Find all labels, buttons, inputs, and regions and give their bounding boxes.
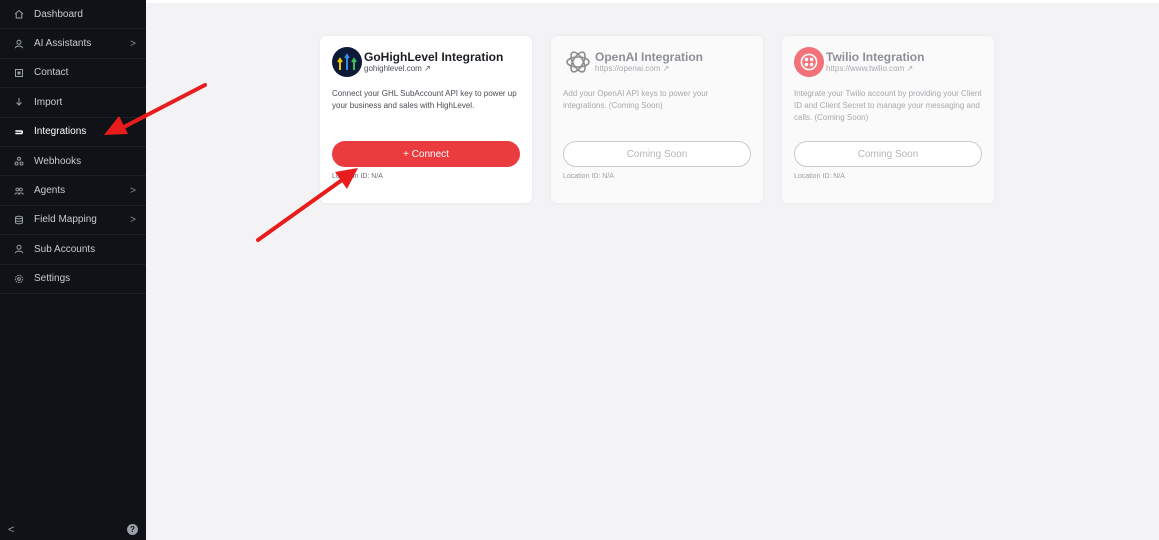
location-id: Location ID: N/A	[332, 173, 383, 180]
main-content: GoHighLevel Integration gohighlevel.com …	[146, 0, 1159, 540]
sidebar-item-import[interactable]: Import	[0, 88, 146, 118]
sidebar: Dashboard AI Assistants > Contact Import…	[0, 0, 146, 540]
card-header: OpenAI Integration https://openai.com ↗	[563, 47, 751, 77]
card-title: GoHighLevel Integration	[364, 50, 504, 64]
gear-icon	[12, 272, 26, 286]
card-link-text: https://www.twilio.com	[826, 64, 905, 73]
sidebar-item-label: Import	[34, 96, 63, 108]
sidebar-item-integrations[interactable]: Integrations	[0, 118, 146, 147]
home-icon	[12, 7, 26, 21]
card-link[interactable]: https://openai.com ↗	[595, 64, 703, 74]
import-icon	[12, 95, 26, 109]
sidebar-item-agents[interactable]: Agents >	[0, 176, 146, 206]
collapse-sidebar-button[interactable]: <	[8, 524, 14, 536]
sidebar-item-label: Agents	[34, 185, 66, 197]
user-icon	[12, 37, 26, 51]
sidebar-item-dashboard[interactable]: Dashboard	[0, 0, 146, 30]
card-header: Twilio Integration https://www.twilio.co…	[794, 47, 982, 77]
chevron-right-icon: >	[130, 214, 136, 226]
location-id: Location ID: N/A	[563, 173, 614, 180]
agents-icon	[12, 184, 26, 198]
integration-card-gohighlevel: GoHighLevel Integration gohighlevel.com …	[320, 36, 532, 203]
card-link-text: https://openai.com	[595, 64, 661, 73]
coming-soon-button[interactable]: Coming Soon	[563, 141, 751, 167]
external-link-icon: ↗	[906, 64, 914, 73]
sidebar-item-label: Webhooks	[34, 155, 82, 167]
sidebar-item-settings[interactable]: Settings	[0, 265, 146, 294]
sidebar-item-ai-assistants[interactable]: AI Assistants >	[0, 29, 146, 59]
gohighlevel-logo-icon	[332, 47, 362, 77]
sidebar-item-contact[interactable]: Contact	[0, 59, 146, 89]
card-link[interactable]: https://www.twilio.com ↗	[826, 64, 924, 74]
webhook-icon	[12, 154, 26, 168]
connect-button[interactable]: + Connect	[332, 141, 520, 167]
external-link-icon: ↗	[662, 64, 670, 73]
user-icon	[12, 242, 26, 256]
card-header: GoHighLevel Integration gohighlevel.com …	[332, 47, 520, 77]
sidebar-item-label: Integrations	[34, 126, 87, 138]
twilio-logo-icon	[794, 47, 824, 77]
sidebar-item-label: Settings	[34, 273, 71, 285]
card-link[interactable]: gohighlevel.com ↗	[364, 64, 503, 74]
card-title: Twilio Integration	[826, 50, 925, 64]
sidebar-item-field-mapping[interactable]: Field Mapping >	[0, 206, 146, 236]
integration-card-openai: OpenAI Integration https://openai.com ↗ …	[551, 36, 763, 203]
sidebar-item-webhooks[interactable]: Webhooks	[0, 147, 146, 177]
coming-soon-button[interactable]: Coming Soon	[794, 141, 982, 167]
plug-icon	[12, 125, 26, 139]
chevron-right-icon: >	[130, 38, 136, 50]
sidebar-item-label: Dashboard	[34, 8, 83, 20]
contact-icon	[12, 66, 26, 80]
card-description: Connect your GHL SubAccount API key to p…	[332, 89, 517, 110]
card-title: OpenAI Integration	[595, 50, 703, 64]
database-icon	[12, 213, 26, 227]
sidebar-item-label: Contact	[34, 67, 69, 79]
external-link-icon: ↗	[424, 64, 431, 73]
help-icon[interactable]: ?	[127, 524, 138, 535]
sidebar-item-sub-accounts[interactable]: Sub Accounts	[0, 235, 146, 265]
sidebar-item-label: Field Mapping	[34, 214, 97, 226]
sidebar-item-label: Sub Accounts	[34, 243, 96, 255]
location-id: Location ID: N/A	[794, 173, 845, 180]
integration-card-twilio: Twilio Integration https://www.twilio.co…	[782, 36, 994, 203]
sidebar-item-label: AI Assistants	[34, 38, 92, 50]
card-link-text: gohighlevel.com	[364, 64, 422, 73]
chevron-right-icon: >	[130, 185, 136, 197]
openai-logo-icon	[563, 47, 593, 77]
card-description: Integrate your Twilio account by providi…	[794, 89, 982, 122]
card-description: Add your OpenAI API keys to power your i…	[563, 89, 709, 110]
sidebar-footer: < ?	[0, 520, 146, 540]
